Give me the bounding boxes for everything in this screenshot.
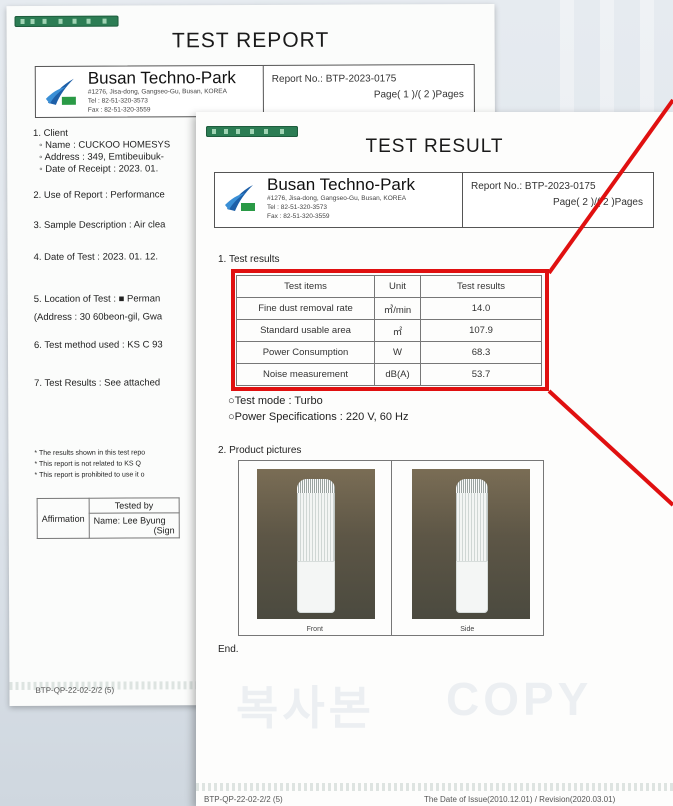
callout-line-bottom (547, 389, 673, 507)
callout-lines (547, 98, 673, 507)
callout-line-top (547, 98, 673, 275)
